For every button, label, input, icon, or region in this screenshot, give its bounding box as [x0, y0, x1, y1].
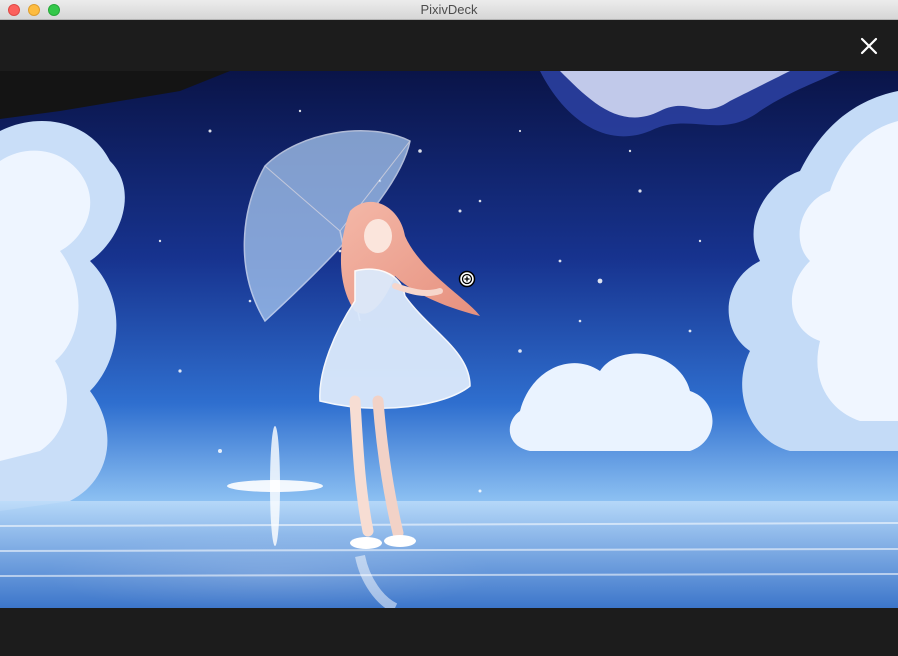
close-icon [860, 37, 878, 55]
close-viewer-button[interactable] [860, 37, 878, 55]
artwork-image[interactable] [0, 71, 898, 608]
zoom-in-cursor-icon [458, 270, 476, 288]
title-bar[interactable]: PixivDeck [0, 0, 898, 20]
artwork-illustration [0, 71, 898, 608]
window-title: PixivDeck [420, 2, 478, 17]
image-viewer [0, 20, 898, 656]
app-window: PixivDeck [0, 0, 898, 656]
